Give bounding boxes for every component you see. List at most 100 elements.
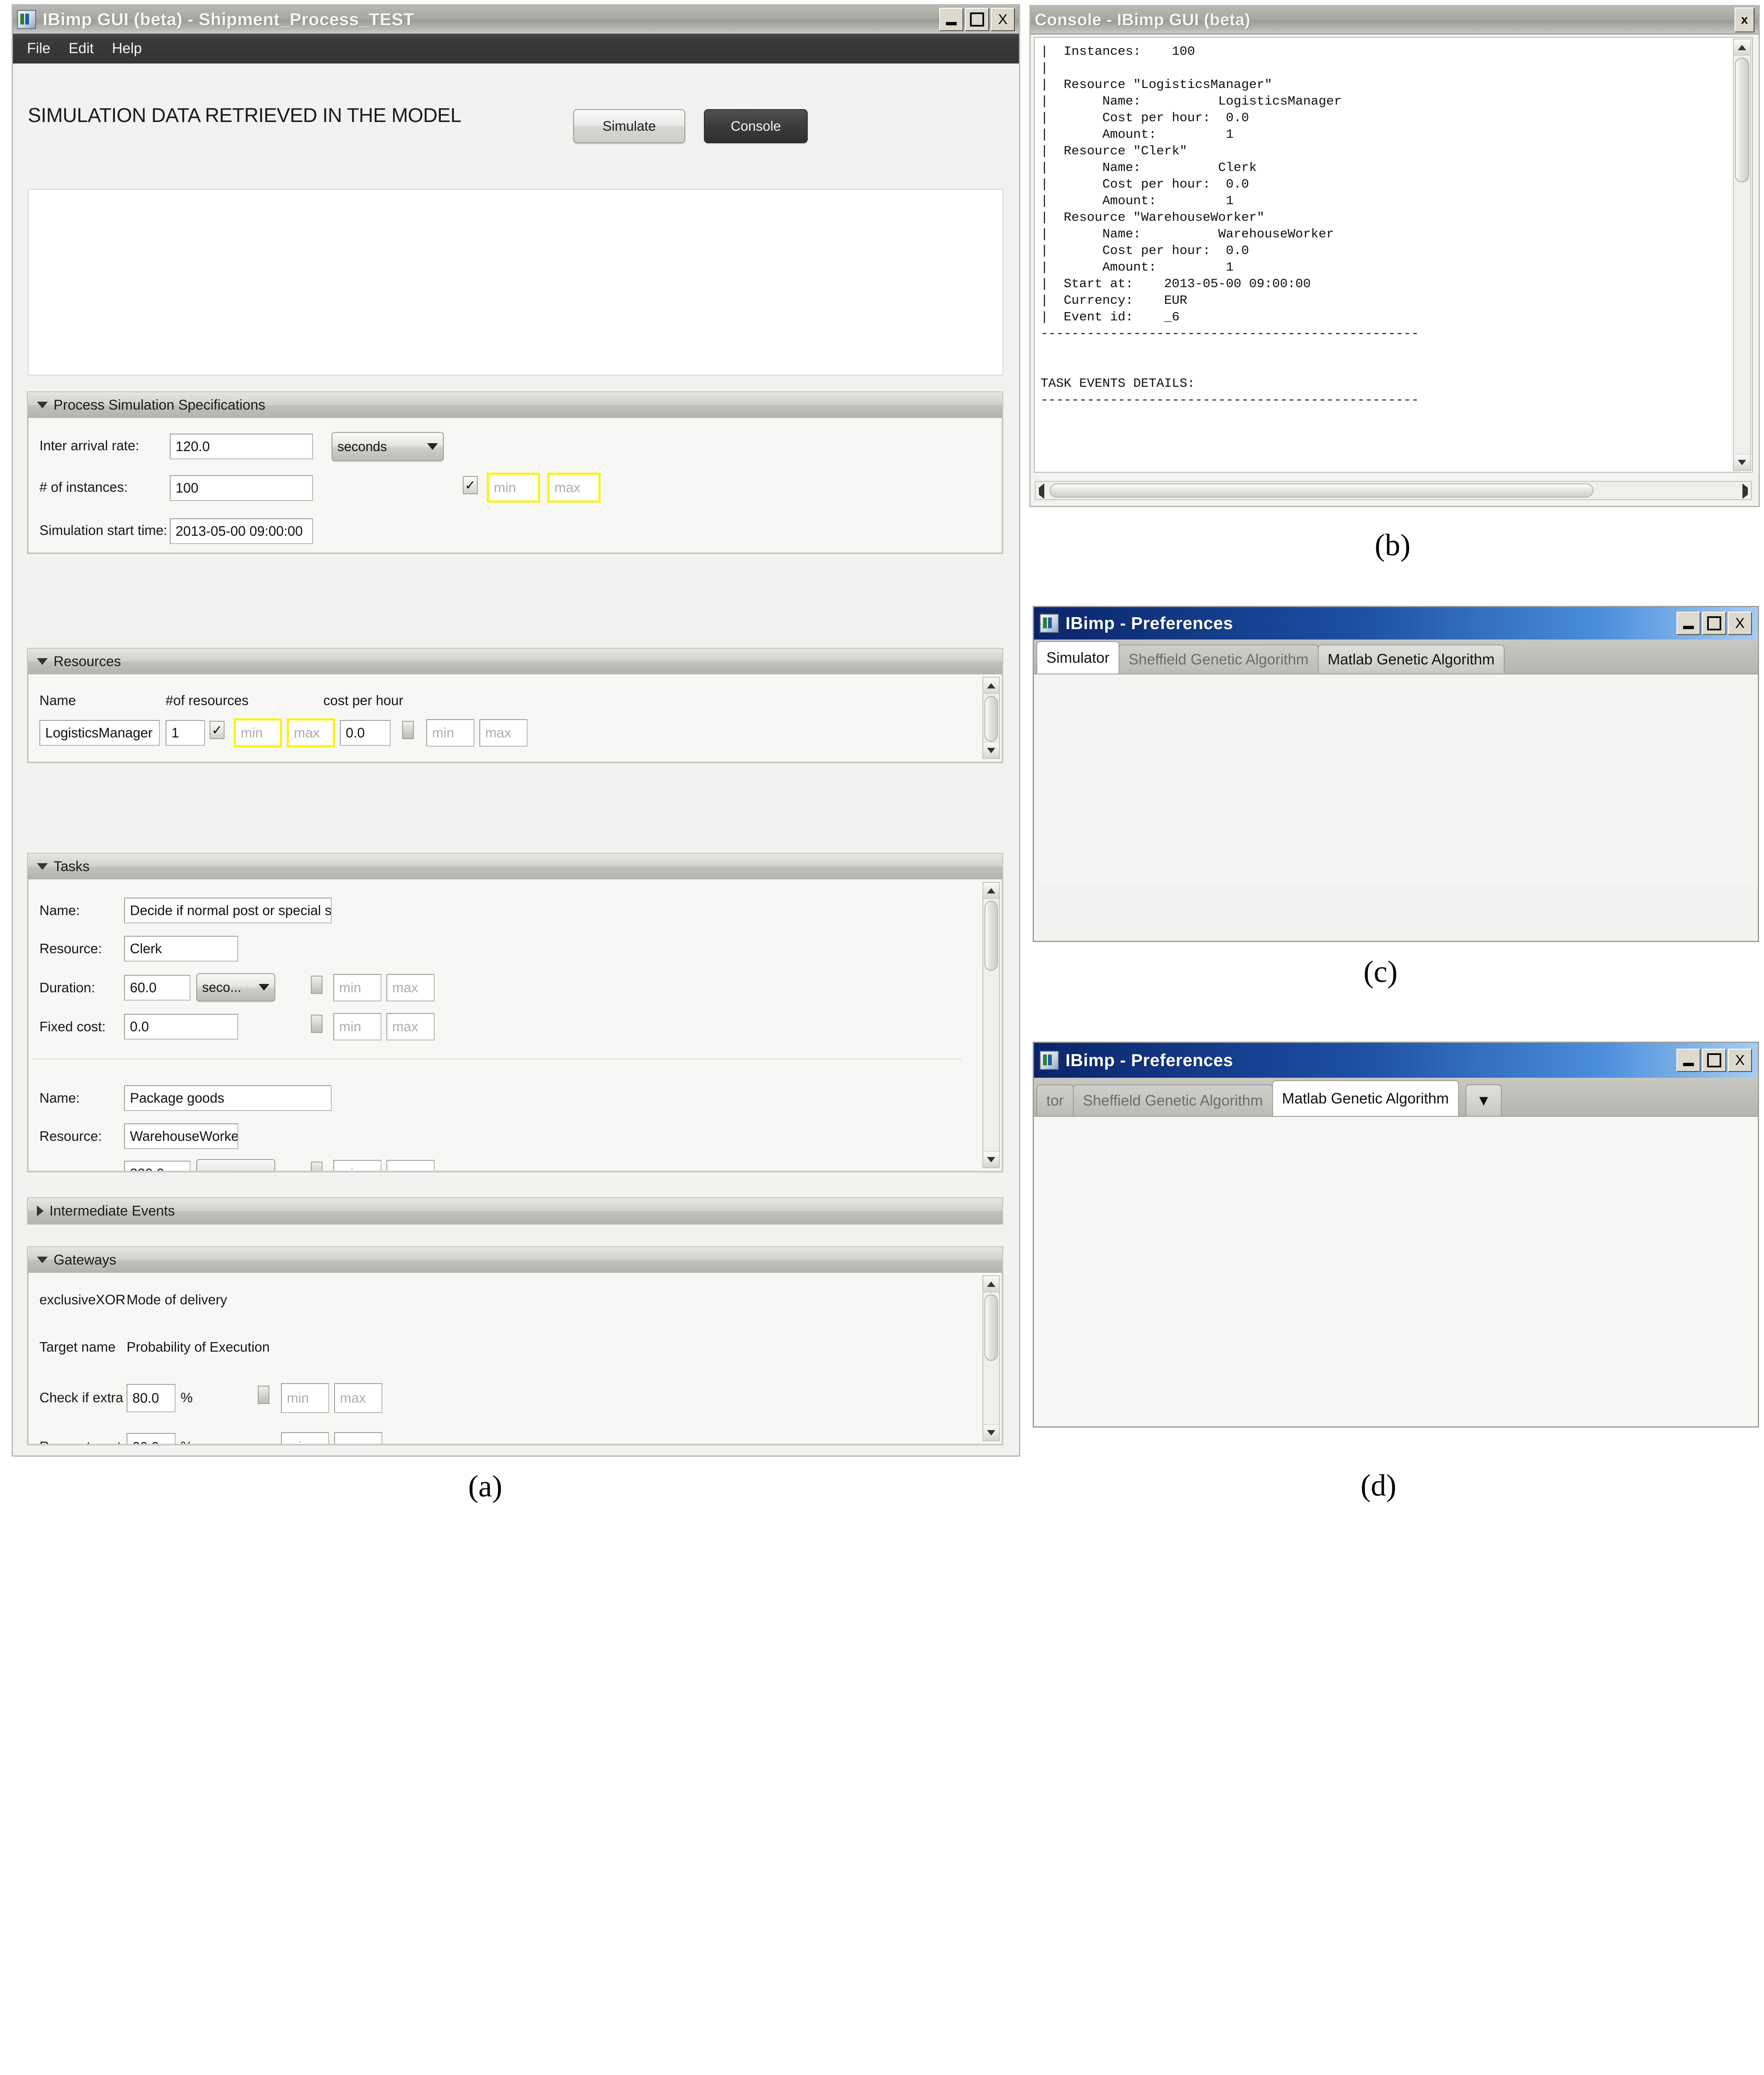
minimize-button[interactable] xyxy=(939,8,963,31)
task-name-input[interactable]: Decide if normal post or special shipmen… xyxy=(124,898,332,923)
section-title: Intermediate Events xyxy=(49,1203,175,1219)
resource-cost-optimize-checkbox[interactable] xyxy=(402,721,414,739)
section-tasks: Tasks Name: Decide if normal post or spe… xyxy=(27,853,1003,1172)
section-header-intermediate-events[interactable]: Intermediate Events xyxy=(28,1198,1002,1224)
task-resource-input[interactable]: Clerk xyxy=(124,936,238,962)
resource-count-max-input[interactable]: max xyxy=(287,718,335,747)
console-button[interactable]: Console xyxy=(704,109,808,143)
resource-count-min-input[interactable]: min xyxy=(234,718,282,747)
scroll-up-arrow[interactable] xyxy=(983,883,999,899)
scrollbar-thumb[interactable] xyxy=(985,696,998,742)
resource-count-optimize-checkbox[interactable]: ✓ xyxy=(210,721,225,739)
task-fixed-cost-max-input[interactable]: max xyxy=(386,1013,435,1040)
close-button[interactable]: X xyxy=(991,8,1015,31)
tab-sheffield-genetic-algorithm[interactable]: Sheffield Genetic Algorithm xyxy=(1119,644,1319,674)
scrollbar-thumb[interactable] xyxy=(1735,58,1749,182)
number-of-instances-input[interactable]: 100 xyxy=(170,475,313,501)
scrollbar-thumb[interactable] xyxy=(985,901,998,971)
instances-optimize-checkbox[interactable]: ✓ xyxy=(463,476,478,494)
scroll-right-arrow[interactable] xyxy=(1742,483,1748,499)
minimize-button[interactable] xyxy=(1676,1049,1700,1072)
gateways-scrollbar[interactable] xyxy=(982,1275,1000,1441)
task-duration-max-input[interactable]: max xyxy=(386,1160,435,1171)
close-icon[interactable]: x xyxy=(1735,7,1754,32)
resources-scrollbar[interactable] xyxy=(982,677,1000,759)
gateway-probability-input[interactable]: 80.0 xyxy=(127,1384,176,1412)
scroll-down-arrow[interactable] xyxy=(983,742,999,758)
task-duration-unit-select[interactable]: seco... xyxy=(196,1159,275,1171)
task-duration-input[interactable]: 300.0 xyxy=(124,1161,191,1171)
resource-cost-min-input[interactable]: min xyxy=(426,719,474,747)
scroll-down-arrow[interactable] xyxy=(983,1151,999,1167)
simulate-button[interactable]: Simulate xyxy=(573,109,685,143)
chevron-down-icon: ▼ xyxy=(1476,1092,1491,1109)
console-window: Console - IBimp GUI (beta) x | Instances… xyxy=(1029,5,1760,507)
scroll-up-arrow[interactable] xyxy=(983,1276,999,1292)
tab-matlab-genetic-algorithm[interactable]: Matlab Genetic Algorithm xyxy=(1317,644,1505,674)
task-fixed-cost-optimize-checkbox[interactable] xyxy=(311,1015,323,1033)
minimize-button[interactable] xyxy=(1676,612,1700,635)
menu-item-file[interactable]: File xyxy=(27,40,50,57)
scroll-down-arrow[interactable] xyxy=(983,1424,999,1440)
instances-min-input[interactable]: min xyxy=(487,473,540,503)
tasks-scrollbar[interactable] xyxy=(982,882,1000,1168)
task-duration-min-input[interactable]: min xyxy=(333,974,381,1001)
tab-simulator-clipped[interactable]: tor xyxy=(1036,1084,1074,1116)
scroll-up-arrow[interactable] xyxy=(1734,39,1750,56)
task-duration-optimize-checkbox[interactable] xyxy=(311,976,323,994)
maximize-button[interactable] xyxy=(1702,612,1726,635)
section-header-process-simulation[interactable]: Process Simulation Specifications xyxy=(28,392,1002,419)
maximize-button[interactable] xyxy=(965,8,989,31)
tab-matlab-genetic-algorithm[interactable]: Matlab Genetic Algorithm xyxy=(1272,1080,1459,1116)
resource-count-input[interactable]: 1 xyxy=(166,720,205,746)
task-fixed-cost-min-input[interactable]: min xyxy=(333,1013,381,1040)
console-horizontal-scrollbar[interactable] xyxy=(1035,481,1752,500)
task-fixed-cost-input[interactable]: 0.0 xyxy=(124,1014,238,1040)
console-window-controls: x xyxy=(1735,7,1754,32)
close-button[interactable]: X xyxy=(1728,1049,1752,1072)
chevron-down-icon xyxy=(37,1257,48,1263)
scroll-down-arrow[interactable] xyxy=(1734,454,1750,470)
preferences-matlab-tabstrip: tor Sheffield Genetic Algorithm Matlab G… xyxy=(1034,1078,1758,1116)
gateway-optimize-checkbox[interactable] xyxy=(258,1386,269,1404)
resource-cost-max-input[interactable]: max xyxy=(479,719,528,747)
close-button[interactable]: X xyxy=(1728,612,1752,635)
scrollbar-thumb[interactable] xyxy=(985,1294,998,1361)
inter-arrival-rate-input[interactable]: 120.0 xyxy=(170,434,313,459)
task-resource-input[interactable]: WarehouseWorker xyxy=(124,1123,238,1149)
section-header-gateways[interactable]: Gateways xyxy=(28,1247,1002,1274)
menu-item-help[interactable]: Help xyxy=(112,40,142,57)
scrollbar-thumb[interactable] xyxy=(1050,483,1593,498)
output-area xyxy=(28,189,1003,376)
resource-cost-input[interactable]: 0.0 xyxy=(340,720,391,746)
instances-max-input[interactable]: max xyxy=(547,473,601,503)
gateway-max-input[interactable]: max xyxy=(334,1383,382,1413)
menu-item-edit[interactable]: Edit xyxy=(68,40,93,57)
section-header-tasks[interactable]: Tasks xyxy=(28,854,1002,880)
task-duration-input[interactable]: 60.0 xyxy=(124,975,191,1001)
gateway-min-input[interactable]: min xyxy=(281,1432,329,1444)
section-header-resources[interactable]: Resources xyxy=(28,649,1002,675)
unit-value: seconds xyxy=(337,439,387,454)
scroll-left-arrow[interactable] xyxy=(1039,483,1044,499)
simulation-start-time-input[interactable]: 2013-05-00 09:00:00 xyxy=(170,518,313,544)
scroll-up-arrow[interactable] xyxy=(983,678,999,694)
tab-overflow-button[interactable]: ▼ xyxy=(1465,1084,1502,1116)
tab-sheffield-genetic-algorithm[interactable]: Sheffield Genetic Algorithm xyxy=(1073,1084,1273,1116)
task-duration-unit-select[interactable]: seco... xyxy=(196,973,275,1001)
tab-simulator[interactable]: Simulator xyxy=(1036,641,1120,674)
gateway-min-input[interactable]: min xyxy=(281,1383,329,1413)
task-duration-optimize-checkbox[interactable] xyxy=(311,1162,323,1171)
task-name-input[interactable]: Package goods xyxy=(124,1085,332,1111)
inter-arrival-rate-unit-select[interactable]: seconds xyxy=(332,432,444,461)
task-duration-max-input[interactable]: max xyxy=(386,974,435,1001)
preferences-window-title: IBimp - Preferences xyxy=(1065,613,1233,633)
resource-name-input[interactable]: LogisticsManager xyxy=(39,720,160,746)
section-process-simulation-specifications: Process Simulation Specifications Inter … xyxy=(27,391,1003,554)
gateway-probability-input[interactable]: 20.0 xyxy=(127,1433,176,1444)
task-duration-min-input[interactable]: min xyxy=(333,1160,381,1171)
gateway-max-input[interactable]: max xyxy=(334,1432,382,1444)
maximize-button[interactable] xyxy=(1702,1049,1726,1072)
console-vertical-scrollbar[interactable] xyxy=(1733,39,1751,471)
label-task-fixed-cost: Fixed cost: xyxy=(39,1019,106,1034)
